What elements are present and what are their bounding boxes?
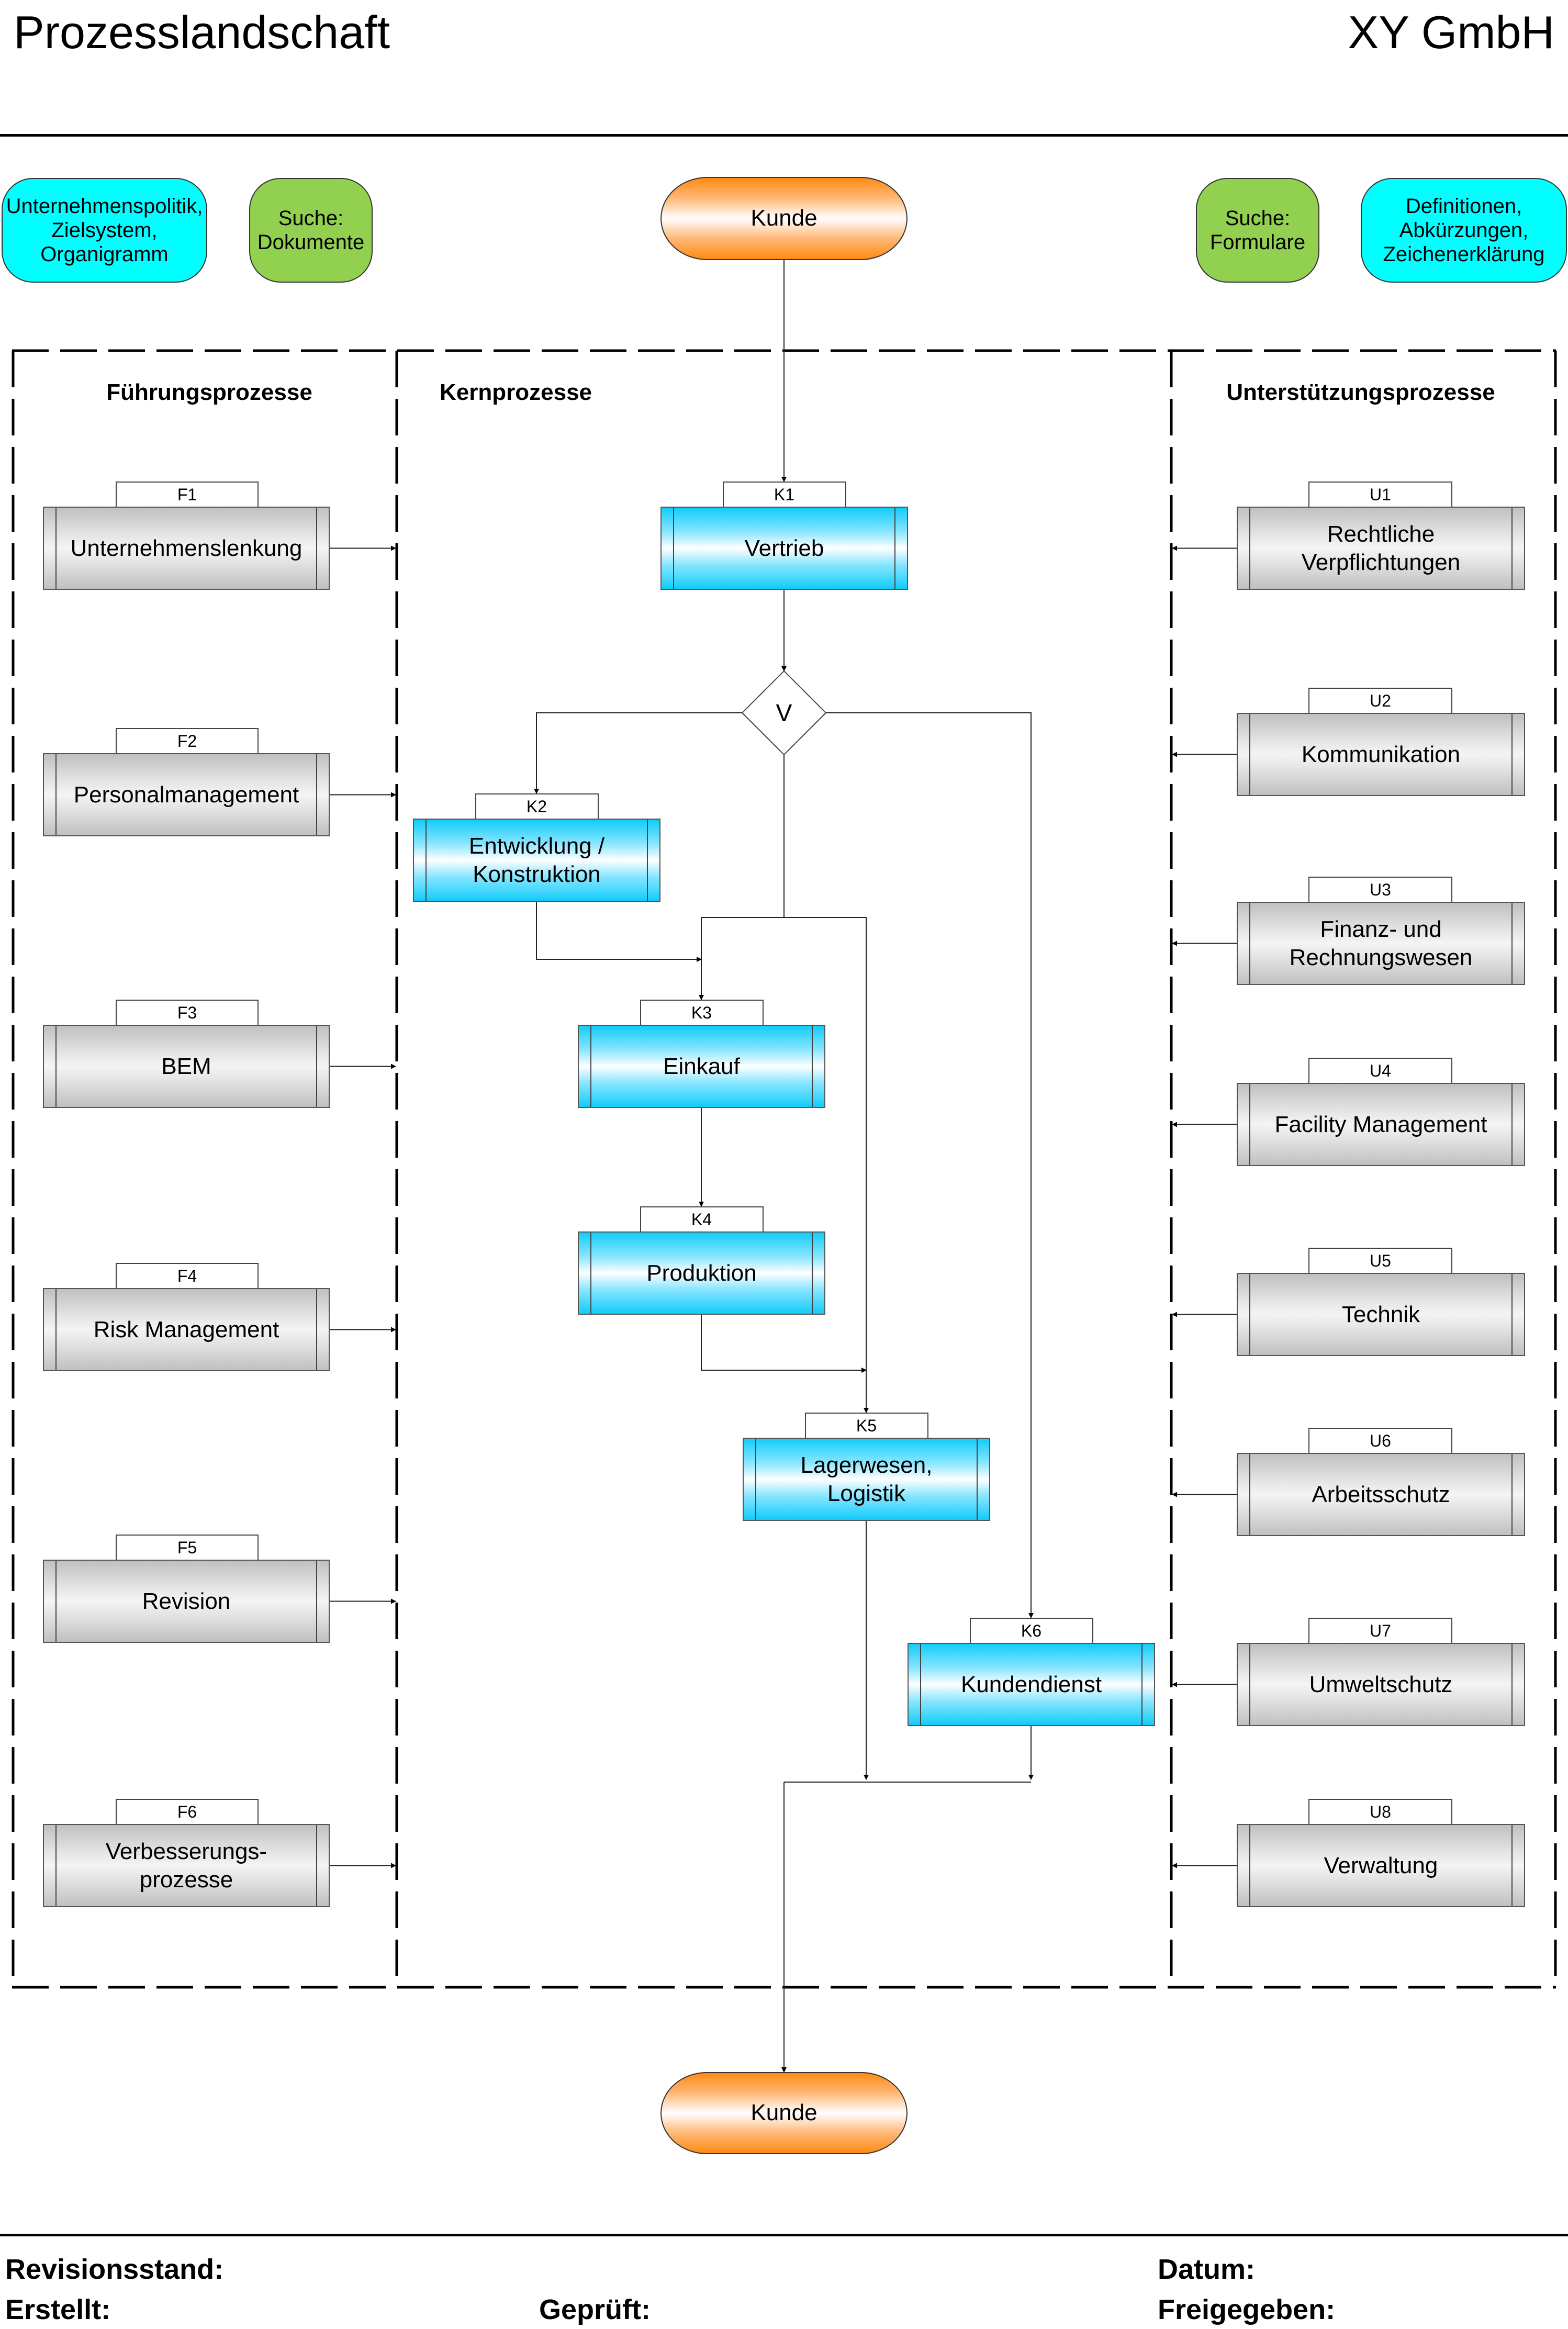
column-title-kern: Kernprozesse: [440, 379, 592, 405]
kern-code-tab: K4: [640, 1206, 764, 1231]
unterstuetzung-code-tab: U4: [1308, 1058, 1452, 1083]
fuehrung-code-tab: F5: [116, 1535, 259, 1560]
unterstuetzung-process-box[interactable]: Facility Management: [1237, 1083, 1525, 1166]
unterstuetzung-code-tab: U3: [1308, 877, 1452, 902]
kern-process-box[interactable]: Kundendienst: [908, 1643, 1155, 1726]
footer-erstellt: Erstellt:: [5, 2294, 111, 2325]
fuehrung-process-box[interactable]: Unternehmenslenkung: [43, 507, 330, 590]
fuehrung-code-tab: F2: [116, 728, 259, 753]
footer-geprueft: Geprüft:: [539, 2294, 651, 2325]
kern-process-box[interactable]: Entwicklung / Konstruktion: [413, 819, 660, 902]
unterstuetzung-process-box[interactable]: Rechtliche Verpflichtungen: [1237, 507, 1525, 590]
fuehrung-code-tab: F4: [116, 1263, 259, 1288]
column-title-fuehrung: Führungsprozesse: [106, 379, 312, 405]
fuehrung-process-box[interactable]: BEM: [43, 1025, 330, 1108]
unterstuetzung-code-tab: U7: [1308, 1618, 1452, 1643]
kern-code-tab: K1: [722, 482, 846, 507]
kern-code-tab: K6: [969, 1618, 1093, 1643]
fuehrung-process-box[interactable]: Personalmanagement: [43, 753, 330, 836]
unterstuetzung-code-tab: U6: [1308, 1428, 1452, 1453]
kern-process-box[interactable]: Einkauf: [578, 1025, 825, 1108]
fuehrung-code-tab: F6: [116, 1799, 259, 1824]
fuehrung-process-box[interactable]: Revision: [43, 1560, 330, 1643]
fuehrung-process-box[interactable]: Risk Management: [43, 1288, 330, 1371]
kern-process-box[interactable]: Produktion: [578, 1231, 825, 1315]
fuehrung-process-box[interactable]: Verbesserungs- prozesse: [43, 1824, 330, 1907]
footer-datum: Datum:: [1158, 2254, 1255, 2285]
unterstuetzung-code-tab: U1: [1308, 482, 1452, 507]
kern-code-tab: K5: [804, 1413, 928, 1438]
kern-code-tab: K3: [640, 1000, 764, 1025]
unterstuetzung-code-tab: U2: [1308, 688, 1452, 713]
unterstuetzung-code-tab: U8: [1308, 1799, 1452, 1824]
decision-label: V: [776, 699, 792, 726]
unterstuetzung-process-box[interactable]: Arbeitsschutz: [1237, 1453, 1525, 1536]
unterstuetzung-process-box[interactable]: Technik: [1237, 1273, 1525, 1356]
kern-code-tab: K2: [475, 793, 599, 819]
arrow-decision-to-k3: [699, 755, 785, 1000]
footer-freigegeben: Freigegeben:: [1158, 2294, 1336, 2325]
unterstuetzung-code-tab: U5: [1308, 1248, 1452, 1273]
kern-process-box[interactable]: Vertrieb: [660, 507, 908, 590]
unterstuetzung-process-box[interactable]: Umweltschutz: [1237, 1643, 1525, 1726]
footer-revision: Revisionsstand:: [5, 2254, 224, 2285]
arrow-k4-to-k5: [701, 1315, 867, 1373]
footer-divider: [0, 2234, 1568, 2236]
fuehrung-code-tab: F3: [116, 1000, 259, 1025]
unterstuetzung-process-box[interactable]: Finanz- und Rechnungswesen: [1237, 902, 1525, 985]
arrow-decision-to-k5: [784, 917, 869, 1413]
column-title-unterstuetzung: Unterstützungsprozesse: [1226, 379, 1495, 405]
unterstuetzung-process-box[interactable]: Kommunikation: [1237, 713, 1525, 796]
fuehrung-code-tab: F1: [116, 482, 259, 507]
arrow-k2-to-k3: [536, 902, 702, 962]
kern-process-box[interactable]: Lagerwesen, Logistik: [743, 1438, 990, 1521]
arrow-decision-to-k2: [534, 712, 742, 794]
unterstuetzung-process-box[interactable]: Verwaltung: [1237, 1824, 1525, 1907]
